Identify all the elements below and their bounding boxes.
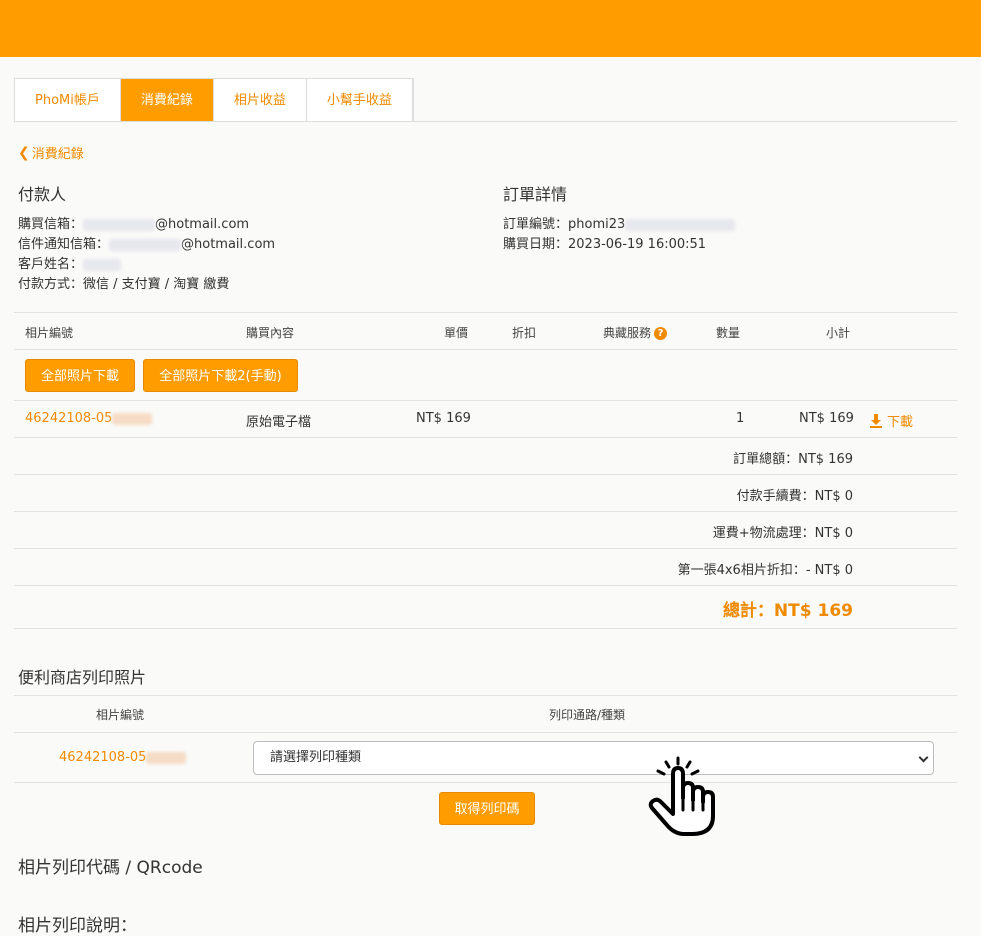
item-photo-id-text: 46242108-05: [25, 411, 113, 426]
download-link-label: 下載: [887, 415, 914, 430]
download-all-button[interactable]: 全部照片下載: [25, 359, 135, 392]
purchase-date: 購買日期：2023-06-19 16:00:51: [503, 237, 707, 252]
chevron-down-icon: [918, 752, 929, 763]
order-number-prefix: phomi23: [568, 217, 626, 232]
get-print-code-button[interactable]: 取得列印碼: [439, 792, 535, 825]
notify-email-domain: @hotmail.com: [181, 237, 276, 252]
shipping-fee: 運費+物流處理：NT$ 0: [712, 526, 853, 541]
qrcode-title: 相片列印代碼 / QRcode: [18, 858, 203, 878]
notify-email-label: 信件通知信箱：: [18, 237, 110, 252]
order-total: 訂單總額：NT$ 169: [733, 452, 853, 467]
table-line: [14, 782, 957, 783]
th-unit-price: 單價: [444, 326, 469, 340]
table-line: [14, 312, 957, 313]
tab-phomi-account[interactable]: PhoMi帳戶: [15, 79, 121, 122]
redacted-text: [109, 238, 182, 251]
th-discount: 折扣: [512, 326, 537, 340]
tabs-divider: [14, 121, 957, 122]
payment-method: 付款方式：微信 / 支付寶 / 淘寶 繳費: [18, 277, 230, 292]
top-header-bar: [0, 0, 981, 57]
print-type-select[interactable]: 請選擇列印種類: [253, 741, 934, 775]
download-link[interactable]: 下載: [870, 411, 913, 430]
table-line: [14, 695, 957, 696]
first-photo-discount: 第一張4x6相片折扣：- NT$ 0: [677, 563, 853, 578]
print-photo-id[interactable]: 46242108-05: [59, 750, 187, 765]
table-line: [14, 437, 957, 438]
table-line: [14, 628, 957, 629]
customer-name: 客戶姓名：: [18, 253, 122, 272]
th-photo-id: 相片編號: [25, 326, 74, 340]
redacted-text: [112, 412, 153, 425]
redacted-text: [625, 218, 736, 231]
redacted-text: [146, 751, 187, 764]
table-line: [14, 474, 957, 475]
tab-helper-earnings[interactable]: 小幫手收益: [307, 79, 413, 122]
item-unit-price: NT$ 169: [416, 411, 471, 426]
download-icon: [870, 413, 882, 428]
print-th-channel: 列印通路/種類: [549, 708, 626, 722]
th-collection-label: 典藏服務: [603, 326, 652, 340]
th-quantity: 數量: [716, 326, 741, 340]
back-link[interactable]: ❮ 消費紀錄: [18, 143, 84, 163]
redacted-text: [83, 218, 156, 231]
print-th-photo-id: 相片編號: [96, 708, 145, 722]
tab-photo-earnings[interactable]: 相片收益: [214, 79, 307, 122]
order-number: 訂單編號：phomi23: [503, 213, 736, 232]
th-subtotal: 小計: [826, 326, 851, 340]
item-quantity: 1: [736, 411, 745, 426]
table-line: [14, 511, 957, 512]
back-link-label: 消費紀錄: [31, 147, 84, 162]
table-line: [14, 585, 957, 586]
th-content: 購買內容: [246, 326, 295, 340]
grand-total: 總計：NT$ 169: [722, 601, 853, 621]
print-type-select-value: 請選擇列印種類: [270, 750, 362, 765]
download-all-manual-button[interactable]: 全部照片下載2(手動): [143, 359, 298, 392]
table-line: [14, 349, 957, 350]
payment-fee: 付款手續費：NT$ 0: [736, 489, 853, 504]
notify-email: 信件通知信箱： @hotmail.com: [18, 233, 275, 252]
item-content: 原始電子檔: [246, 415, 312, 430]
payer-title: 付款人: [18, 185, 67, 204]
th-collection: 典藏服務?: [603, 324, 668, 341]
tab-purchase-history[interactable]: 消費紀錄: [120, 79, 214, 122]
purchase-email-domain: @hotmail.com: [155, 217, 250, 232]
chevron-left-icon: ❮: [18, 144, 30, 161]
item-subtotal: NT$ 169: [799, 411, 854, 426]
redacted-text: [83, 258, 122, 271]
account-tabs: PhoMi帳戶 消費紀錄 相片收益 小幫手收益: [14, 78, 414, 122]
purchase-email: 購買信箱： @hotmail.com: [18, 213, 249, 232]
print-instructions-title: 相片列印說明：: [18, 916, 137, 936]
table-line: [14, 548, 957, 549]
order-number-label: 訂單編號：: [503, 217, 569, 232]
print-section-title: 便利商店列印照片: [18, 668, 147, 687]
question-circle-icon[interactable]: ?: [654, 327, 668, 340]
print-photo-id-text: 46242108-05: [59, 750, 147, 765]
item-photo-id[interactable]: 46242108-05: [25, 411, 153, 426]
purchase-email-label: 購買信箱：: [18, 217, 84, 232]
hand-pointer-cursor-icon: [648, 756, 715, 836]
table-line: [14, 400, 957, 401]
customer-name-label: 客戶姓名：: [18, 257, 84, 272]
order-title: 訂單詳情: [503, 185, 568, 204]
table-line: [14, 732, 957, 733]
